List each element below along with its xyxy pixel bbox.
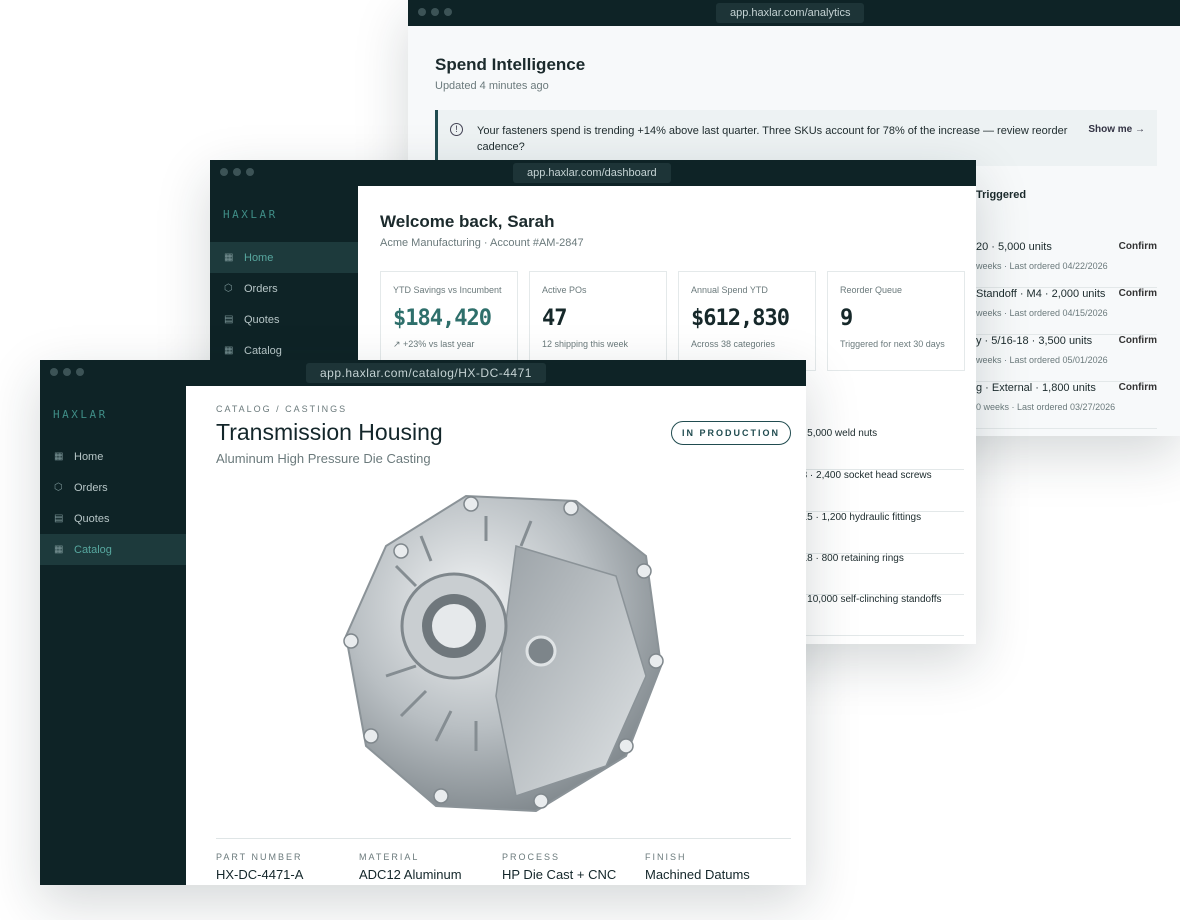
spec-label: MATERIAL [359,852,420,862]
browser-chrome: app.haxlar.com/dashboard [210,160,976,186]
document-icon: ▤ [54,512,64,524]
page-title: Spend Intelligence [435,55,586,74]
sidebar: HAXLAR ▦ Home ⬡ Orders ▤ Quotes ▦ Catalo… [40,386,186,885]
alert-text: Your fasteners spend is trending +14% ab… [477,125,1068,153]
status-badge: IN PRODUCTION [671,421,791,445]
box-icon: ⬡ [54,481,63,493]
spec-label: PROCESS [502,852,561,862]
page-title: Welcome back, Sarah [380,212,555,231]
kpi-label: Reorder Queue [840,285,903,295]
part-subtitle: Aluminum High Pressure Die Casting [216,451,431,466]
reorder-item-name: y · 5/16-18 · 3,500 units [976,335,1093,347]
kpi-label: Annual Spend YTD [691,285,768,295]
address-bar[interactable]: app.haxlar.com/dashboard [513,163,671,183]
spec-process: PROCESS HP Die Cast + CNC [502,852,616,882]
account-info: Acme Manufacturing · Account #AM-2847 [380,237,584,249]
grid-icon: ▦ [54,450,64,462]
sidebar-item-label: Home [74,450,104,463]
kpi-note: Triggered for next 30 days [840,339,945,349]
kpi-value: $612,830 [691,306,790,331]
sidebar-item-label: Quotes [74,512,110,525]
breadcrumb[interactable]: CATALOG / CASTINGS [216,404,347,414]
sidebar-item-catalog[interactable]: ▦ Catalog [40,534,186,565]
kpi-note: Across 38 categories [691,339,776,349]
sidebar-item-home[interactable]: ▦ Home [210,242,358,273]
spec-finish: FINISH Machined Datums [645,852,750,882]
kpi-note: ↗ +23% vs last year [393,339,475,349]
spec-value: HP Die Cast + CNC [502,867,617,882]
document-icon: ▤ [224,313,234,325]
window-controls[interactable] [220,168,254,176]
spec-value: HX-DC-4471-A [216,867,304,882]
catalog-window: app.haxlar.com/catalog/HX-DC-4471 HAXLAR… [40,360,806,885]
window-controls[interactable] [50,368,84,376]
insight-alert: ! Your fasteners spend is trending +14% … [435,110,1157,166]
reorder-row: Standoff · M4 · 2,000 units weeks · Last… [976,288,1157,335]
updated-timestamp: Updated 4 minutes ago [435,80,549,92]
reorder-item-meta: weeks · Last ordered 04/22/2026 [976,261,1108,271]
reorder-item-meta: 0 weeks · Last ordered 03/27/2026 [976,402,1116,412]
kpi-card[interactable]: Reorder Queue 9 Triggered for next 30 da… [827,271,965,371]
kpi-value: 9 [840,306,853,331]
reorder-item-name: 20 · 5,000 units [976,241,1052,253]
main-content: CATALOG / CASTINGS Transmission Housing … [186,386,806,885]
kpi-value: 47 [542,306,567,331]
sidebar-item-label: Home [244,251,274,264]
reorder-item-meta: weeks · Last ordered 04/15/2026 [976,308,1108,318]
grid-icon: ▦ [224,251,234,263]
grid-icon: ▦ [54,543,64,555]
kpi-note: 12 shipping this week [542,339,629,349]
sidebar-item-label: Orders [74,481,108,494]
page-title: Transmission Housing [216,419,443,445]
divider [216,838,791,839]
browser-chrome: app.haxlar.com/analytics [408,0,1180,26]
reorder-row: g · External · 1,800 units 0 weeks · Las… [976,382,1157,429]
kpi-label: Active POs [542,285,587,295]
confirm-button[interactable]: Confirm [1119,241,1157,252]
reorder-item-meta: weeks · Last ordered 05/01/2026 [976,355,1108,365]
sidebar-item-label: Catalog [244,344,282,357]
logo: HAXLAR [53,408,108,421]
spec-material: MATERIAL ADC12 Aluminum [359,852,462,882]
sidebar-item-label: Quotes [244,313,280,326]
part-image [343,494,664,813]
reorder-item-name: Standoff · M4 · 2,000 units [976,288,1106,300]
kpi-card[interactable]: Active POs 47 12 shipping this week [529,271,667,371]
address-bar[interactable]: app.haxlar.com/catalog/HX-DC-4471 [306,363,546,383]
section-title: Triggered [976,189,1027,201]
confirm-button[interactable]: Confirm [1119,335,1157,346]
spec-value: ADC12 Aluminum [359,867,462,882]
grid-icon: ▦ [224,344,234,356]
kpi-card[interactable]: YTD Savings vs Incumbent $184,420 ↗ +23%… [380,271,518,371]
window-controls[interactable] [418,8,452,16]
spec-part-number: PART NUMBER HX-DC-4471-A [216,852,303,882]
confirm-button[interactable]: Confirm [1119,288,1157,299]
sidebar-item-orders[interactable]: ⬡ Orders [210,273,358,304]
box-icon: ⬡ [224,282,233,294]
spec-value: Machined Datums [645,867,750,882]
sidebar-item-label: Orders [244,282,278,295]
reorder-row: 20 · 5,000 units weeks · Last ordered 04… [976,241,1157,288]
confirm-button[interactable]: Confirm [1119,382,1157,393]
spec-label: PART NUMBER [216,852,303,862]
kpi-card[interactable]: Annual Spend YTD $612,830 Across 38 cate… [678,271,816,371]
sidebar-item-orders[interactable]: ⬡ Orders [40,472,186,503]
sidebar-item-quotes[interactable]: ▤ Quotes [40,503,186,534]
info-icon: ! [450,123,463,136]
sidebar-item-quotes[interactable]: ▤ Quotes [210,304,358,335]
show-me-link[interactable]: Show me → [1088,124,1145,135]
sidebar-item-home[interactable]: ▦ Home [40,441,186,472]
logo: HAXLAR [223,208,278,221]
reorder-row: y · 5/16-18 · 3,500 units weeks · Last o… [976,335,1157,382]
sidebar-item-label: Catalog [74,543,112,556]
spec-label: FINISH [645,852,687,862]
address-bar[interactable]: app.haxlar.com/analytics [716,3,865,23]
kpi-value: $184,420 [393,306,492,331]
kpi-label: YTD Savings vs Incumbent [393,285,502,295]
reorder-item-name: g · External · 1,800 units [976,382,1096,394]
browser-chrome: app.haxlar.com/catalog/HX-DC-4471 [40,360,806,386]
